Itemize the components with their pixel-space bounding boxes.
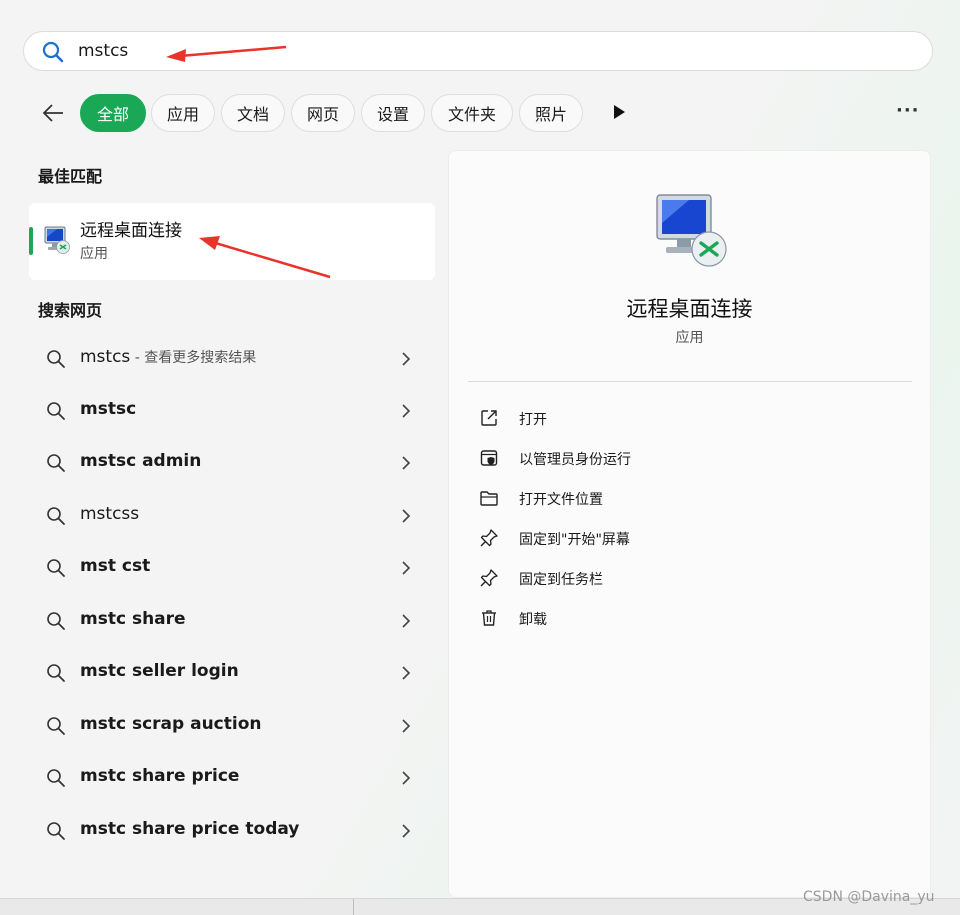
action-label: 打开文件位置 — [519, 492, 603, 508]
chevron-right-icon — [402, 614, 411, 628]
best-match-app-type: 应用 — [80, 246, 108, 262]
web-result-query: mst cst — [80, 556, 151, 576]
action-open-file-location[interactable]: 打开文件位置 — [479, 483, 879, 513]
web-result-label: mst cst — [80, 556, 150, 576]
web-result-label: mstsc admin — [80, 451, 201, 471]
detail-app-type: 应用 — [675, 330, 704, 346]
action-pin-to-start[interactable]: 固定到"开始"屏幕 — [479, 523, 879, 553]
best-match-heading: 最佳匹配 — [38, 167, 103, 186]
filter-chip-photos[interactable]: 照片 — [519, 94, 583, 132]
search-icon — [47, 402, 65, 420]
chevron-right-icon — [402, 456, 411, 470]
search-icon — [47, 350, 65, 368]
chevron-right-icon — [402, 404, 411, 418]
action-uninstall[interactable]: 卸载 — [479, 603, 879, 633]
web-result-label: mstcss — [80, 504, 139, 524]
filter-chip-documents[interactable]: 文档 — [221, 94, 285, 132]
web-result-label: mstsc — [80, 399, 136, 419]
search-icon — [47, 664, 65, 682]
web-result-query: mstc share price today — [80, 819, 300, 839]
pin-icon — [480, 569, 498, 587]
web-result-label: mstc share price today — [80, 819, 299, 839]
chevron-right-icon — [402, 352, 411, 366]
action-label: 固定到"开始"屏幕 — [519, 532, 630, 548]
web-result-query: mstc share — [80, 609, 186, 629]
web-result-label: mstcs - 查看更多搜索结果 — [80, 347, 256, 367]
admin-shield-icon — [480, 450, 498, 466]
app-detail-panel: 远程桌面连接 应用 打开 以管理员身份运行 打开文件位置 固定到"开始"屏幕 固… — [448, 150, 931, 898]
web-result-row[interactable]: mstsc — [29, 389, 435, 433]
start-search-window: 全部 应用 文档 网页 设置 文件夹 照片 ··· 最佳匹配 远程桌面连接 应用… — [0, 0, 960, 898]
web-result-label: mstc share — [80, 609, 186, 629]
search-icon — [47, 507, 65, 525]
selection-indicator — [29, 227, 33, 255]
action-run-as-admin[interactable]: 以管理员身份运行 — [479, 443, 879, 473]
search-web-heading: 搜索网页 — [38, 301, 103, 320]
back-button[interactable] — [38, 98, 68, 128]
best-match-result[interactable]: 远程桌面连接 应用 — [29, 203, 435, 280]
filter-chip-settings[interactable]: 设置 — [361, 94, 425, 132]
web-result-query: mstcs — [80, 347, 131, 367]
web-result-query: mstsc admin — [80, 451, 202, 471]
filter-chip-apps[interactable]: 应用 — [151, 94, 215, 132]
web-result-row[interactable]: mstcss — [29, 494, 435, 538]
filter-chip-web[interactable]: 网页 — [291, 94, 355, 132]
web-result-label: mstc share price — [80, 766, 239, 786]
action-label: 打开 — [519, 412, 547, 428]
web-result-label: mstc scrap auction — [80, 714, 261, 734]
search-icon — [47, 717, 65, 735]
action-open[interactable]: 打开 — [479, 403, 879, 433]
action-label: 以管理员身份运行 — [519, 452, 631, 468]
search-icon — [47, 612, 65, 630]
search-icon — [47, 559, 65, 577]
web-result-row[interactable]: mstc scrap auction — [29, 704, 435, 748]
action-pin-to-taskbar[interactable]: 固定到任务栏 — [479, 563, 879, 593]
trash-icon — [482, 610, 496, 626]
chevron-right-icon — [402, 719, 411, 733]
chevron-right-icon — [402, 561, 411, 575]
chevron-right-icon — [402, 824, 411, 838]
remote-desktop-icon — [44, 226, 70, 254]
divider — [353, 899, 354, 915]
web-result-query: mstc scrap auction — [80, 714, 262, 734]
web-result-label: mstc seller login — [80, 661, 239, 681]
chevron-right-icon — [402, 771, 411, 785]
chevron-right-icon — [402, 666, 411, 680]
web-result-row[interactable]: mstcs - 查看更多搜索结果 — [29, 337, 435, 381]
more-options-button[interactable]: ··· — [896, 100, 922, 124]
web-result-row[interactable]: mstc share price — [29, 756, 435, 800]
detail-app-name: 远程桌面连接 — [626, 297, 753, 321]
web-result-suffix: - 查看更多搜索结果 — [130, 350, 257, 366]
arrow-left-icon — [42, 104, 63, 122]
best-match-app-name: 远程桌面连接 — [80, 221, 182, 241]
web-result-row[interactable]: mstc share — [29, 599, 435, 643]
search-icon — [42, 41, 64, 63]
web-result-row[interactable]: mstc seller login — [29, 651, 435, 695]
action-label: 固定到任务栏 — [519, 572, 603, 588]
search-bar[interactable] — [23, 31, 933, 71]
action-label: 卸载 — [519, 612, 547, 628]
search-icon — [47, 822, 65, 840]
search-input[interactable] — [78, 38, 678, 64]
search-icon — [47, 454, 65, 472]
search-icon — [47, 769, 65, 787]
watermark: CSDN @Davina_yu — [803, 889, 935, 905]
web-result-query: mstcss — [80, 504, 140, 524]
remote-desktop-icon — [656, 194, 727, 267]
pin-icon — [480, 529, 498, 547]
web-result-row[interactable]: mstc share price today — [29, 809, 435, 853]
web-result-row[interactable]: mst cst — [29, 546, 435, 590]
divider — [468, 381, 912, 382]
chevron-right-icon — [402, 509, 411, 523]
open-external-icon — [481, 410, 497, 426]
filter-chip-all[interactable]: 全部 — [80, 94, 146, 132]
web-result-row[interactable]: mstsc admin — [29, 441, 435, 485]
folder-icon — [480, 491, 498, 506]
web-result-query: mstc share price — [80, 766, 240, 786]
filter-chip-folders[interactable]: 文件夹 — [431, 94, 513, 132]
web-result-query: mstsc — [80, 399, 137, 419]
web-result-query: mstc seller login — [80, 661, 239, 681]
more-filters-play-icon[interactable] — [609, 102, 629, 122]
